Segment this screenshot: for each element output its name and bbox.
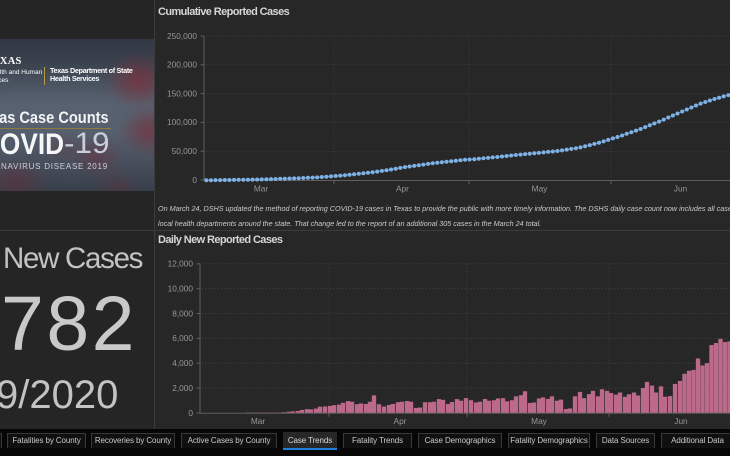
svg-text:200,000: 200,000 bbox=[167, 60, 197, 70]
svg-text:Apr: Apr bbox=[396, 184, 409, 194]
svg-text:8,000: 8,000 bbox=[172, 308, 193, 318]
svg-text:2,000: 2,000 bbox=[172, 383, 193, 393]
svg-text:50,000: 50,000 bbox=[172, 146, 198, 156]
svg-text:150,000: 150,000 bbox=[167, 88, 197, 98]
svg-text:Apr: Apr bbox=[394, 416, 407, 426]
svg-text:Mar: Mar bbox=[254, 184, 269, 194]
svg-text:10,000: 10,000 bbox=[168, 284, 194, 294]
svg-text:12,000: 12,000 bbox=[168, 259, 194, 269]
svg-text:6,000: 6,000 bbox=[172, 333, 193, 343]
svg-text:Jun: Jun bbox=[674, 416, 688, 426]
svg-text:250,000: 250,000 bbox=[167, 31, 197, 41]
svg-text:0: 0 bbox=[192, 175, 197, 185]
svg-text:May: May bbox=[531, 416, 548, 426]
svg-text:4,000: 4,000 bbox=[172, 358, 193, 368]
svg-text:Mar: Mar bbox=[251, 416, 266, 426]
svg-text:100,000: 100,000 bbox=[167, 117, 197, 127]
svg-text:May: May bbox=[532, 184, 549, 194]
svg-text:Jun: Jun bbox=[674, 184, 688, 194]
svg-text:0: 0 bbox=[188, 408, 193, 418]
